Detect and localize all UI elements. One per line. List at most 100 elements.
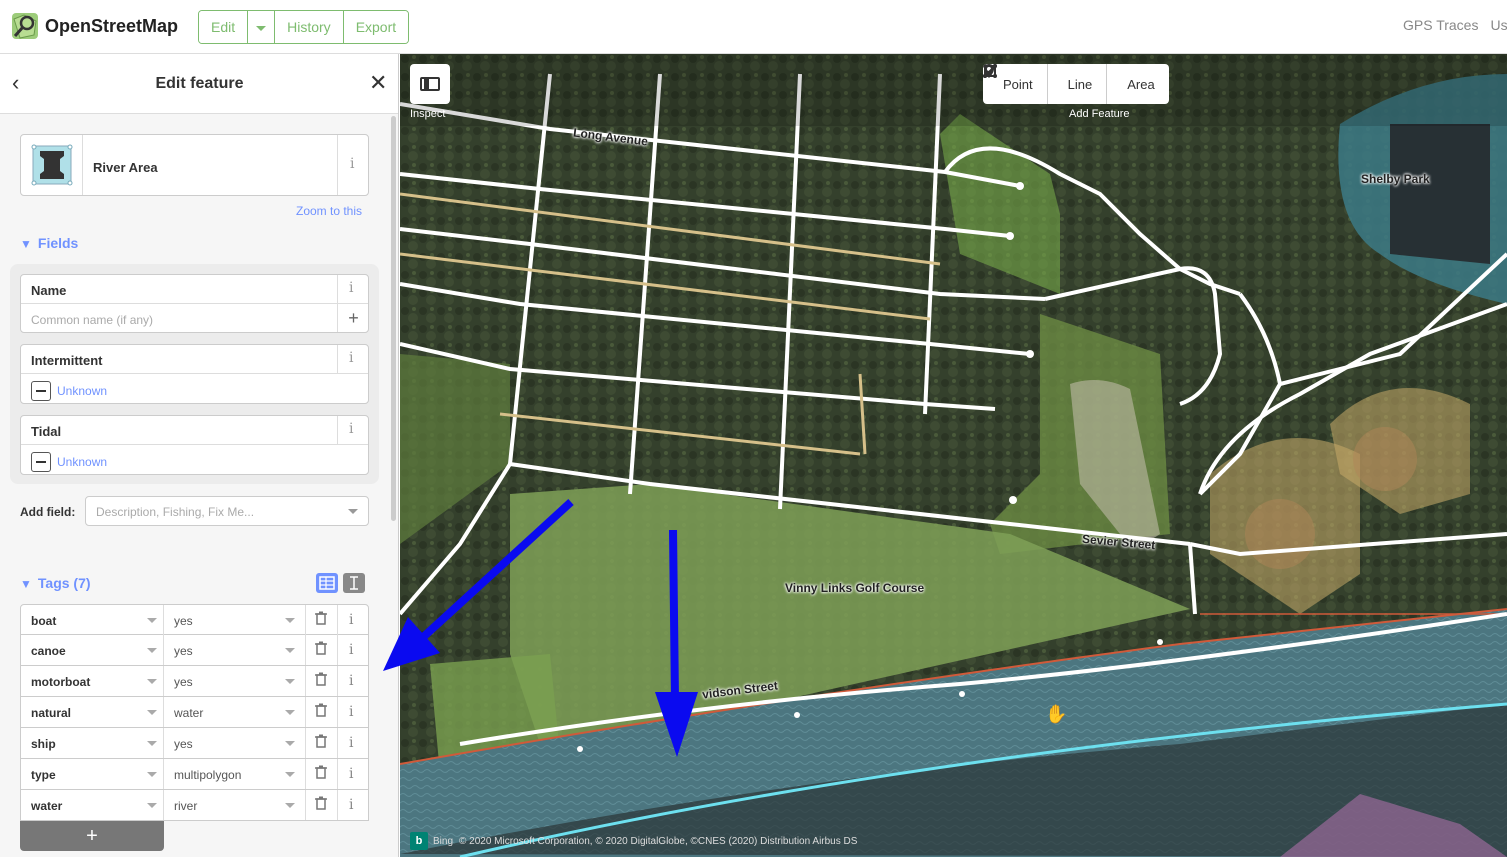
divider [305,790,306,820]
caret-down-icon [285,741,295,746]
sidebar: ‹ Edit feature ✕ River Area i Zoom to th… [0,54,399,857]
fields-heading: Fields [37,235,79,251]
tag-row: motorboat yes i [20,666,369,697]
text-cursor-icon [350,576,358,590]
divider [337,605,338,635]
caret-down-icon [285,618,295,623]
tag-value-input[interactable]: yes [174,675,193,689]
delete-tag-icon[interactable] [311,734,331,751]
tag-row: natural water i [20,697,369,728]
tag-info-icon[interactable]: i [349,673,353,689]
tidal-field-label: Tidal [31,424,62,439]
intermittent-field-label: Intermittent [31,353,103,368]
edit-button[interactable]: Edit [199,11,249,43]
tag-row: ship yes i [20,728,369,759]
tag-value-input[interactable]: multipolygon [174,768,241,782]
user-diaries-link[interactable]: Us [1490,17,1507,33]
divider [305,759,306,789]
intermittent-info-icon[interactable]: i [349,350,353,366]
sidebar-scrollbar[interactable] [391,116,396,521]
edit-button-group: Edit History Export [198,10,410,44]
tidal-info-icon[interactable]: i [349,421,353,437]
caret-down-icon [256,25,267,31]
sidebar-toggle-icon [420,77,440,91]
preset-selector[interactable]: River Area i [20,134,369,196]
caret-down-icon [147,772,157,777]
tag-value-input[interactable]: river [174,799,197,813]
header-right-links: GPS Traces Us [1403,17,1507,33]
tag-key-input[interactable]: water [31,799,62,813]
delete-tag-icon[interactable] [311,611,331,628]
tag-value-input[interactable]: water [174,706,203,720]
table-icon [319,576,335,590]
add-line-button[interactable]: Line [983,64,1108,104]
caret-down-icon [147,618,157,623]
tidal-value[interactable]: Unknown [57,455,107,469]
preset-name: River Area [93,160,158,175]
tag-info-icon[interactable]: i [349,797,353,813]
name-field: Name i Common name (if any) + [20,274,369,333]
bing-label[interactable]: Bing [433,836,453,847]
divider [21,444,368,445]
edit-dropdown-button[interactable] [248,11,276,43]
text-view-button[interactable] [343,573,365,593]
map-toolbar-shade [400,54,1507,126]
gps-traces-link[interactable]: GPS Traces [1403,17,1478,33]
delete-tag-icon[interactable] [311,796,331,813]
tag-editor-table: boat yes i canoe yes i motorboat yes i natural wat… [20,604,369,821]
intermittent-checkbox[interactable] [31,381,51,401]
divider [163,759,164,789]
tidal-field: Tidal i Unknown [20,415,369,475]
area-label: Area [1127,76,1155,92]
preset-info-icon[interactable]: i [350,156,354,172]
caret-down-icon [147,710,157,715]
fields-section-toggle[interactable]: ▼ Fields [20,235,78,251]
tag-info-icon[interactable]: i [349,735,353,751]
tag-key-input[interactable]: canoe [31,644,66,658]
divider [337,416,338,444]
add-localized-name-button[interactable]: + [337,304,369,332]
add-feature-toolbar: Point Line Area [983,64,1169,104]
caret-down-icon [348,509,358,514]
tags-section-toggle[interactable]: ▼ Tags (7) [20,575,91,591]
intermittent-value[interactable]: Unknown [57,384,107,398]
tag-info-icon[interactable]: i [349,766,353,782]
divider [163,605,164,635]
caret-down-icon [285,679,295,684]
inspect-button[interactable] [410,64,450,104]
brand-name[interactable]: OpenStreetMap [45,16,178,37]
add-area-button[interactable]: Area [983,64,1168,104]
history-button[interactable]: History [275,11,344,43]
tag-key-input[interactable]: natural [31,706,71,720]
add-field-combobox[interactable]: Description, Fishing, Fix Me... [85,496,369,526]
osm-logo-icon[interactable] [10,11,40,41]
add-tag-button[interactable]: + [20,821,164,851]
tag-info-icon[interactable]: i [349,612,353,628]
tidal-checkbox[interactable] [31,452,51,472]
delete-tag-icon[interactable] [311,703,331,720]
close-icon[interactable]: ✕ [369,72,387,94]
map-canvas[interactable]: Inspect Point Line Area Add Feature Long… [400,54,1507,857]
delete-tag-icon[interactable] [311,641,331,658]
divider [163,635,164,665]
name-input[interactable]: Common name (if any) [31,313,153,327]
tag-key-input[interactable]: boat [31,614,56,628]
tag-key-input[interactable]: ship [31,737,56,751]
tag-value-input[interactable]: yes [174,737,193,751]
tag-key-input[interactable]: type [31,768,56,782]
name-info-icon[interactable]: i [349,280,353,296]
tag-key-input[interactable]: motorboat [31,675,90,689]
caret-down-icon [285,772,295,777]
tag-value-input[interactable]: yes [174,644,193,658]
export-button[interactable]: Export [343,11,409,43]
inspect-label: Inspect [410,108,446,120]
delete-tag-icon[interactable] [311,765,331,782]
point-label: Point [1003,76,1033,92]
list-view-button[interactable] [316,573,338,593]
tag-info-icon[interactable]: i [349,642,353,658]
delete-tag-icon[interactable] [311,672,331,689]
tag-info-icon[interactable]: i [349,704,353,720]
tag-value-input[interactable]: yes [174,614,193,628]
zoom-to-this-link[interactable]: Zoom to this [296,204,362,218]
caret-down-icon [147,803,157,808]
